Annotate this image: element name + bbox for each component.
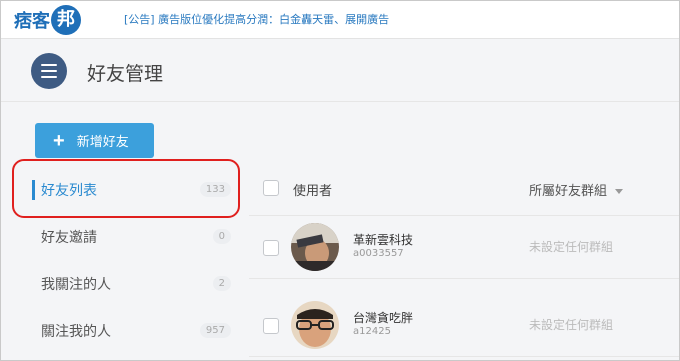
sidebar-item-friend-list[interactable]: 好友列表 133 — [19, 166, 241, 213]
avatar-image — [291, 301, 339, 349]
table-row[interactable]: 台灣貪吃胖 a12425 未設定任何群組 — [249, 295, 679, 357]
top-bar: 痞客邦 [公告] 廣告版位優化提高分潤：白金轟天雷、展開廣告 — [1, 1, 679, 39]
user-group: 未設定任何群組 — [529, 318, 614, 332]
sidebar-item-following[interactable]: 我關注的人 2 — [19, 260, 241, 307]
user-name[interactable]: 革新雲科技 — [353, 231, 413, 248]
hamburger-menu-button[interactable] — [31, 53, 67, 89]
sidebar-item-label: 好友列表 — [41, 182, 97, 199]
avatar[interactable] — [291, 223, 339, 271]
hamburger-icon-bar — [41, 70, 57, 72]
sidebar-item-friend-invites[interactable]: 好友邀請 0 — [19, 213, 241, 260]
user-group: 未設定任何群組 — [529, 240, 614, 254]
row-checkbox[interactable] — [263, 240, 279, 256]
user-name[interactable]: 台灣貪吃胖 — [353, 309, 413, 326]
pixnet-logo[interactable]: 痞客邦 — [14, 5, 81, 35]
header-divider — [1, 101, 679, 102]
count-badge: 957 — [199, 323, 231, 338]
sidebar-item-label: 關注我的人 — [41, 323, 111, 340]
column-header-group-label: 所屬好友群組 — [529, 184, 608, 199]
list-header: 使用者 所屬好友群組 — [249, 161, 679, 216]
user-id: a12425 — [353, 326, 391, 337]
count-badge: 0 — [212, 229, 231, 244]
sidebar-item-label: 好友邀請 — [41, 229, 97, 246]
row-checkbox[interactable] — [263, 318, 279, 334]
logo-text: 痞客 — [14, 11, 50, 32]
select-all-checkbox[interactable] — [263, 180, 279, 196]
hamburger-icon-bar — [41, 76, 57, 78]
app-window: 痞客邦 [公告] 廣告版位優化提高分潤：白金轟天雷、展開廣告 好友管理 + 新增… — [0, 0, 680, 361]
avatar[interactable] — [291, 301, 339, 349]
count-badge: 2 — [212, 276, 231, 291]
user-id: a0033557 — [353, 248, 404, 259]
sidebar: 好友列表 133 好友邀請 0 我關注的人 2 關注我的人 957 — [19, 166, 241, 354]
add-friend-button[interactable]: + 新增好友 — [35, 123, 154, 158]
count-badge: 133 — [199, 182, 231, 197]
column-header-user: 使用者 — [293, 184, 333, 199]
avatar-image — [291, 223, 339, 271]
column-header-group[interactable]: 所屬好友群組 — [529, 180, 624, 199]
sidebar-item-followers[interactable]: 關注我的人 957 — [19, 307, 241, 354]
logo-badge: 邦 — [51, 5, 81, 35]
announcement-link[interactable]: [公告] 廣告版位優化提高分潤：白金轟天雷、展開廣告 — [124, 11, 389, 27]
hamburger-icon-bar — [41, 64, 57, 66]
caret-down-icon — [615, 189, 624, 194]
add-friend-label: 新增好友 — [76, 134, 129, 149]
table-row[interactable]: 革新雲科技 a0033557 未設定任何群組 — [249, 217, 679, 279]
sidebar-item-label: 我關注的人 — [41, 276, 111, 293]
plus-icon: + — [53, 129, 65, 152]
page-title: 好友管理 — [87, 63, 164, 85]
friend-list-panel: 使用者 所屬好友群組 革新雲科技 a0033557 未設定任何群組 台灣貪吃胖 … — [249, 161, 679, 360]
